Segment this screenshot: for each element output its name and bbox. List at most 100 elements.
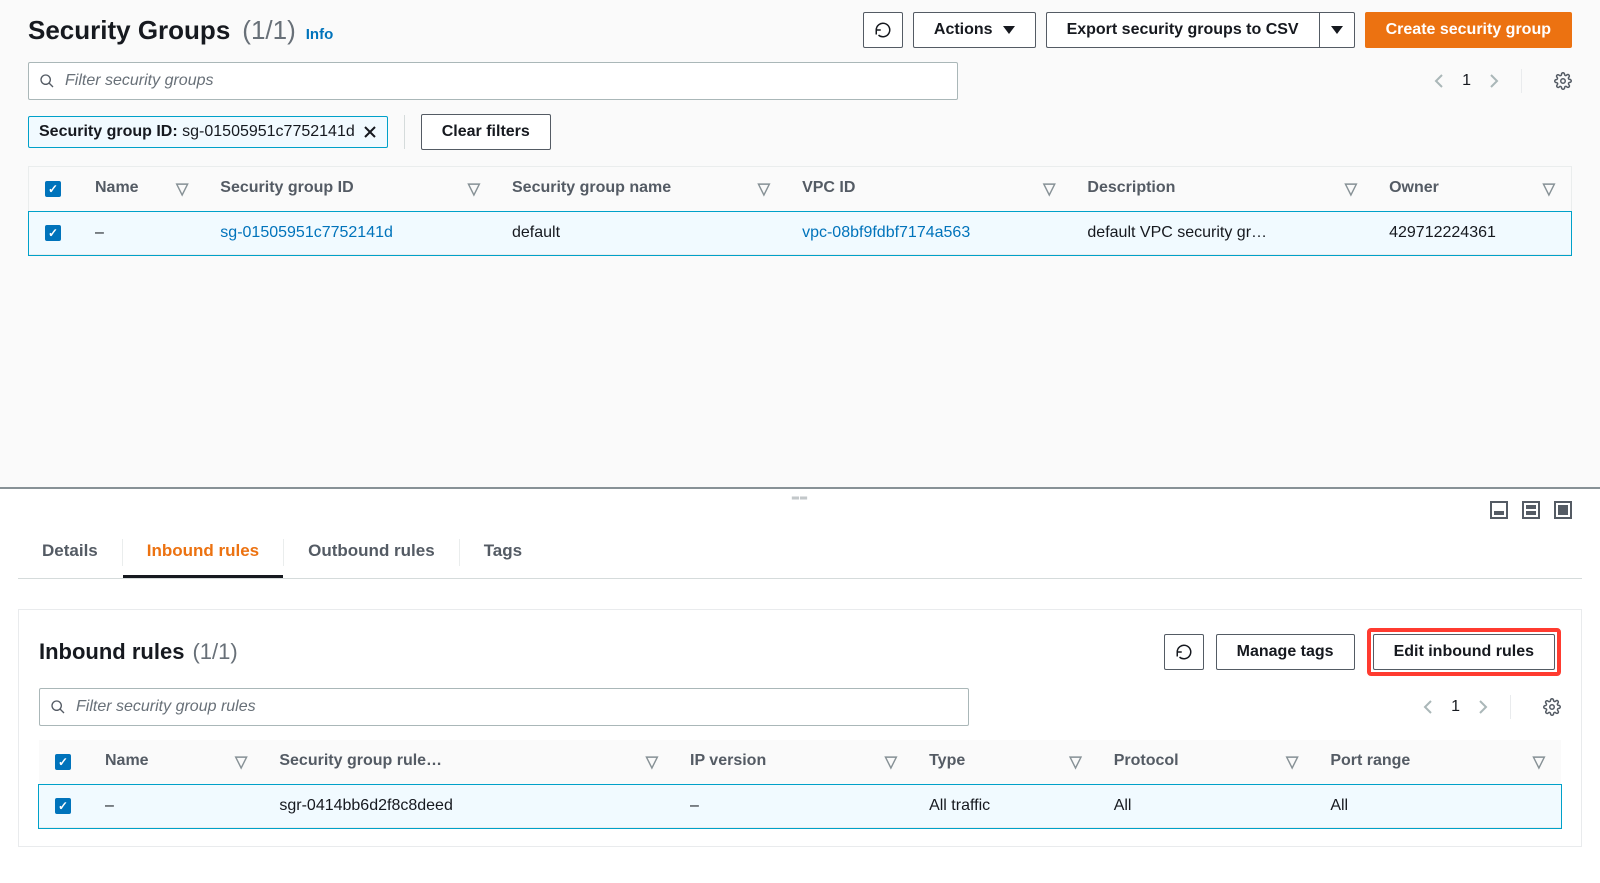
info-link[interactable]: Info [306, 26, 334, 43]
create-label: Create security group [1386, 21, 1551, 39]
close-icon [363, 125, 377, 139]
refresh-icon [874, 21, 892, 39]
select-all-checkbox[interactable] [45, 181, 61, 197]
sort-icon[interactable]: ▽ [758, 179, 770, 199]
tab-inbound[interactable]: Inbound rules [123, 527, 283, 578]
highlight-annotation: Edit inbound rules [1367, 628, 1561, 676]
gear-icon [1554, 72, 1572, 90]
sort-icon[interactable]: ▽ [1069, 752, 1081, 772]
next-page[interactable] [1489, 73, 1499, 89]
actions-button[interactable]: Actions [913, 12, 1036, 48]
dcol-proto[interactable]: Protocol [1114, 752, 1179, 769]
page-number: 1 [1462, 72, 1471, 90]
col-vpcid[interactable]: VPC ID [802, 179, 855, 196]
caret-down-icon [1003, 26, 1015, 34]
chip-label: Security group ID: [39, 123, 178, 140]
dcol-name[interactable]: Name [105, 752, 149, 769]
detail-page-number: 1 [1451, 698, 1460, 716]
filter-input-wrapper[interactable] [28, 62, 958, 100]
detail-refresh-button[interactable] [1164, 634, 1204, 670]
dcell-name: – [105, 797, 114, 814]
col-owner[interactable]: Owner [1389, 179, 1439, 196]
dcell-proto: All [1114, 797, 1132, 814]
col-sgid[interactable]: Security group ID [220, 179, 353, 196]
filter-input[interactable] [65, 72, 947, 90]
detail-count: (1/1) [192, 639, 237, 665]
clear-filters-button[interactable]: Clear filters [421, 114, 551, 150]
table-row[interactable]: – sg-01505951c7752141d default vpc-08bf9… [29, 212, 1571, 255]
export-button[interactable]: Export security groups to CSV [1046, 12, 1319, 48]
search-icon [39, 73, 55, 89]
gear-icon [1543, 698, 1561, 716]
detail-prev-page[interactable] [1423, 699, 1433, 715]
create-button[interactable]: Create security group [1365, 12, 1572, 48]
tab-tags[interactable]: Tags [460, 527, 546, 578]
col-desc[interactable]: Description [1087, 179, 1175, 196]
resize-handle[interactable]: ══ [792, 493, 808, 504]
cell-sgname: default [512, 224, 560, 241]
refresh-icon [1175, 643, 1193, 661]
detail-filter-wrapper[interactable] [39, 688, 969, 726]
manage-tags-button[interactable]: Manage tags [1216, 634, 1355, 670]
sort-icon[interactable]: ▽ [1286, 752, 1298, 772]
row-checkbox[interactable] [55, 798, 71, 814]
page-title: Security Groups [28, 15, 230, 46]
clear-filters-label: Clear filters [442, 123, 530, 141]
table-row[interactable]: – sgr-0414bb6d2f8c8deed – All traffic Al… [39, 785, 1561, 828]
edit-inbound-button[interactable]: Edit inbound rules [1373, 634, 1555, 670]
manage-tags-label: Manage tags [1237, 643, 1334, 661]
dcol-port[interactable]: Port range [1330, 752, 1410, 769]
dcell-ipver: – [690, 797, 699, 814]
caret-down-icon [1331, 26, 1343, 34]
chip-remove[interactable] [363, 125, 377, 139]
settings-button[interactable] [1554, 72, 1572, 90]
detail-settings-button[interactable] [1543, 698, 1561, 716]
sort-icon[interactable]: ▽ [468, 179, 480, 199]
sort-icon[interactable]: ▽ [646, 752, 658, 772]
export-dropdown-button[interactable] [1319, 12, 1355, 48]
sort-icon[interactable]: ▽ [1533, 752, 1545, 772]
layout-bottom-icon[interactable] [1490, 501, 1508, 519]
layout-split-icon[interactable] [1522, 501, 1540, 519]
cell-owner: 429712224361 [1389, 224, 1496, 241]
cell-sgid-link[interactable]: sg-01505951c7752141d [220, 224, 393, 241]
export-button-group: Export security groups to CSV [1046, 12, 1355, 48]
cell-name: – [95, 224, 104, 241]
sort-icon[interactable]: ▽ [1345, 179, 1357, 199]
cell-desc: default VPC security gr… [1087, 224, 1267, 241]
edit-inbound-label: Edit inbound rules [1394, 643, 1534, 661]
actions-label: Actions [934, 21, 993, 39]
row-checkbox[interactable] [45, 225, 61, 241]
dcol-ipver[interactable]: IP version [690, 752, 766, 769]
layout-full-icon[interactable] [1554, 501, 1572, 519]
cell-vpcid-link[interactable]: vpc-08bf9fdbf7174a563 [802, 224, 970, 241]
detail-title: Inbound rules [39, 639, 184, 665]
sort-icon[interactable]: ▽ [1543, 179, 1555, 199]
tab-outbound[interactable]: Outbound rules [284, 527, 459, 578]
dcol-ruleid[interactable]: Security group rule… [279, 752, 442, 769]
detail-select-all[interactable] [55, 754, 71, 770]
tab-details[interactable]: Details [18, 527, 122, 578]
chip-value: sg-01505951c7752141d [182, 123, 355, 140]
security-groups-table: Name ▽ Security group ID ▽ Security group … [29, 167, 1571, 255]
export-label: Export security groups to CSV [1067, 21, 1299, 39]
sort-icon[interactable]: ▽ [885, 752, 897, 772]
refresh-button[interactable] [863, 12, 903, 48]
sort-icon[interactable]: ▽ [176, 179, 188, 199]
page-count: (1/1) [242, 15, 295, 46]
dcell-port: All [1330, 797, 1348, 814]
dcell-ruleid: sgr-0414bb6d2f8c8deed [279, 797, 452, 814]
inbound-rules-table: Name▽ Security group rule…▽ IP version▽ … [39, 740, 1561, 828]
prev-page[interactable] [1434, 73, 1444, 89]
search-icon [50, 699, 66, 715]
col-name[interactable]: Name [95, 179, 139, 196]
detail-filter-input[interactable] [76, 698, 958, 716]
col-sgname[interactable]: Security group name [512, 179, 671, 196]
detail-next-page[interactable] [1478, 699, 1488, 715]
sort-icon[interactable]: ▽ [1043, 179, 1055, 199]
dcell-type: All traffic [929, 797, 990, 814]
dcol-type[interactable]: Type [929, 752, 965, 769]
sort-icon[interactable]: ▽ [235, 752, 247, 772]
detail-tabs: Details Inbound rules Outbound rules Tag… [18, 527, 1582, 579]
filter-chip: Security group ID: sg-01505951c7752141d [28, 116, 388, 148]
